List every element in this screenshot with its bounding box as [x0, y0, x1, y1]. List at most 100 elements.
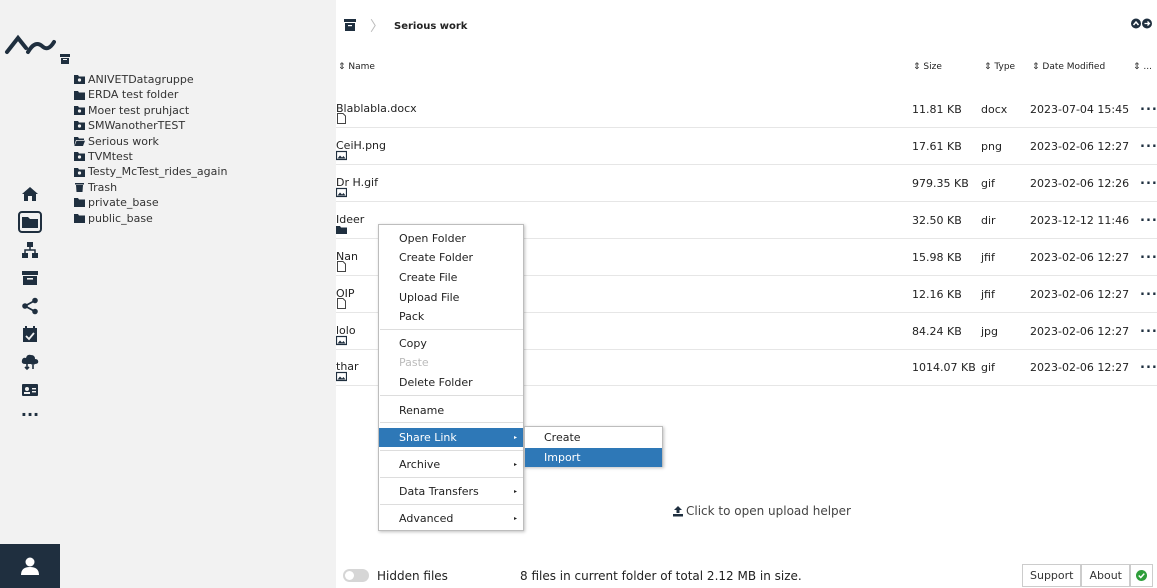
file-date: 2023-02-06 12:27	[1030, 361, 1130, 374]
table-row[interactable]: Dr H.gif 979.35 KB gif 2023-02-06 12:26...	[336, 166, 1157, 202]
tree-item[interactable]: Testy_McTest_rides_again	[74, 164, 227, 179]
tree-item[interactable]: ERDA test folder	[74, 87, 227, 102]
tree-item-label: public_base	[88, 211, 153, 225]
tree-item-label: SMWanotherTEST	[88, 119, 186, 133]
column-type[interactable]: ⇕ Type	[984, 62, 1015, 72]
submenu-item-import[interactable]: Import	[525, 447, 662, 467]
file-name[interactable]: Blablabla.docx	[336, 102, 417, 124]
menu-item-rename[interactable]: Rename	[379, 401, 523, 420]
menu-item-label: Pack	[399, 310, 425, 323]
menu-item-share-link[interactable]: Share Link ▸	[379, 428, 523, 447]
row-more-icon[interactable]: ...	[1140, 136, 1157, 151]
menu-item-upload-file[interactable]: Upload File	[379, 288, 523, 307]
folder-icon	[336, 224, 349, 235]
breadcrumb-current[interactable]: Serious work	[394, 21, 467, 32]
menu-item-create-folder[interactable]: Create Folder	[379, 248, 523, 267]
menu-item-create-file[interactable]: Create File	[379, 268, 523, 287]
file-type: docx	[981, 103, 1008, 116]
file-type: gif	[981, 361, 995, 374]
id-card-icon[interactable]	[18, 379, 42, 401]
image-icon	[336, 150, 349, 161]
row-more-icon[interactable]: ...	[1140, 247, 1157, 262]
about-button[interactable]: About	[1081, 564, 1130, 587]
menu-item-copy[interactable]: Copy	[379, 334, 523, 353]
up-arrow-icon[interactable]	[1131, 18, 1153, 32]
calendar-icon[interactable]	[18, 323, 42, 345]
hidden-files-toggle[interactable]	[343, 569, 369, 582]
breadcrumb: 〉 Serious work	[344, 16, 467, 36]
column-date[interactable]: ⇕ Date Modified	[1032, 62, 1105, 72]
network-icon[interactable]	[18, 239, 42, 261]
tree-item[interactable]: SMWanotherTEST	[74, 118, 227, 133]
file-name[interactable]: OIP	[336, 287, 355, 309]
tree-item[interactable]: Trash	[74, 180, 227, 195]
tree-item[interactable]: Moer test pruhjact	[74, 103, 227, 118]
more-icon[interactable]: ...	[18, 403, 42, 421]
share-link-submenu: Create Import	[524, 426, 663, 467]
menu-item-pack[interactable]: Pack	[379, 307, 523, 326]
tree-root-archive-icon[interactable]	[60, 54, 70, 67]
tree-item[interactable]: Serious work	[74, 134, 227, 149]
tree-item-label: Serious work	[88, 134, 159, 148]
menu-item-delete-folder[interactable]: Delete Folder	[379, 373, 523, 392]
tree-item[interactable]: public_base	[74, 211, 227, 226]
file-name[interactable]: CeiH.png	[336, 139, 386, 161]
shared-folder-icon	[74, 75, 88, 85]
file-name[interactable]: Nan	[336, 250, 358, 272]
menu-item-data-transfers[interactable]: Data Transfers ▸	[379, 482, 523, 501]
row-more-icon[interactable]: ...	[1140, 173, 1157, 188]
tree-list: ANIVETDatagruppe ERDA test folder Moer tes…	[74, 72, 737, 539]
file-type: png	[981, 140, 1002, 153]
context-menu: Open Folder Create Folder Create File Uploa…	[378, 224, 524, 531]
tree-item-label: ERDA test folder	[88, 88, 179, 102]
menu-item-paste: Paste	[379, 353, 523, 372]
row-more-icon[interactable]: ...	[1140, 321, 1157, 336]
shared-folder-icon	[74, 121, 88, 131]
file-icon	[336, 298, 349, 309]
table-row[interactable]: CeiH.png 17.61 KB png 2023-02-06 12:27...	[336, 129, 1157, 165]
hidden-files-label: Hidden files	[377, 569, 448, 583]
file-size: 1014.07 KB	[912, 361, 976, 374]
archive-icon[interactable]	[18, 267, 42, 289]
upload-helper[interactable]: Click to open upload helper	[672, 504, 851, 518]
menu-item-label: Data Transfers	[399, 485, 479, 498]
menu-item-advanced[interactable]: Advanced ▸	[379, 509, 523, 528]
menu-item-archive[interactable]: Archive ▸	[379, 455, 523, 474]
tree-item[interactable]: private_base	[74, 195, 227, 210]
menu-item-label: Upload File	[399, 291, 460, 304]
breadcrumb-root-archive-icon[interactable]	[344, 18, 356, 34]
file-name[interactable]: Ideer	[336, 213, 364, 234]
home-icon[interactable]	[18, 183, 42, 205]
file-icon	[336, 261, 349, 272]
column-size[interactable]: ⇕ Size	[913, 62, 942, 72]
submenu-arrow-icon: ▸	[513, 488, 517, 495]
submenu-item-create[interactable]: Create	[525, 428, 662, 447]
share-icon[interactable]	[18, 295, 42, 317]
tree-item[interactable]: ANIVETDatagruppe	[74, 72, 227, 87]
file-date: 2023-12-12 11:46	[1030, 214, 1130, 227]
footer: Hidden files 8 files in current folder o…	[336, 564, 1157, 588]
column-name[interactable]: ⇕ Name	[338, 62, 375, 72]
menu-item-label: Create File	[399, 271, 458, 284]
menu-item-open-folder[interactable]: Open Folder	[379, 229, 523, 248]
user-icon[interactable]	[0, 544, 60, 588]
folder-icon	[74, 136, 88, 146]
row-more-icon[interactable]: ...	[1140, 284, 1157, 299]
file-name[interactable]: Dr H.gif	[336, 176, 378, 198]
file-name[interactable]: thar	[336, 360, 359, 382]
image-icon	[336, 371, 349, 382]
row-more-icon[interactable]: ...	[1140, 210, 1157, 225]
tree-item-label: Testy_McTest_rides_again	[88, 165, 228, 179]
tree-item[interactable]: TVMtest	[74, 149, 227, 164]
shared-folder-icon	[74, 106, 88, 116]
table-row[interactable]: Blablabla.docx 11.81 KB docx 2023-07-04 15:…	[336, 92, 1157, 128]
row-more-icon[interactable]: ...	[1140, 99, 1157, 114]
status-ok-icon[interactable]	[1130, 564, 1153, 587]
menu-item-label: Share Link	[399, 431, 457, 444]
files-icon[interactable]	[18, 211, 42, 233]
cloud-transfer-icon[interactable]	[18, 351, 42, 373]
support-button[interactable]: Support	[1021, 564, 1082, 587]
row-more-icon[interactable]: ...	[1140, 357, 1157, 372]
column-more[interactable]: ⇕ ...	[1133, 62, 1152, 72]
file-name[interactable]: lolo	[336, 324, 356, 346]
